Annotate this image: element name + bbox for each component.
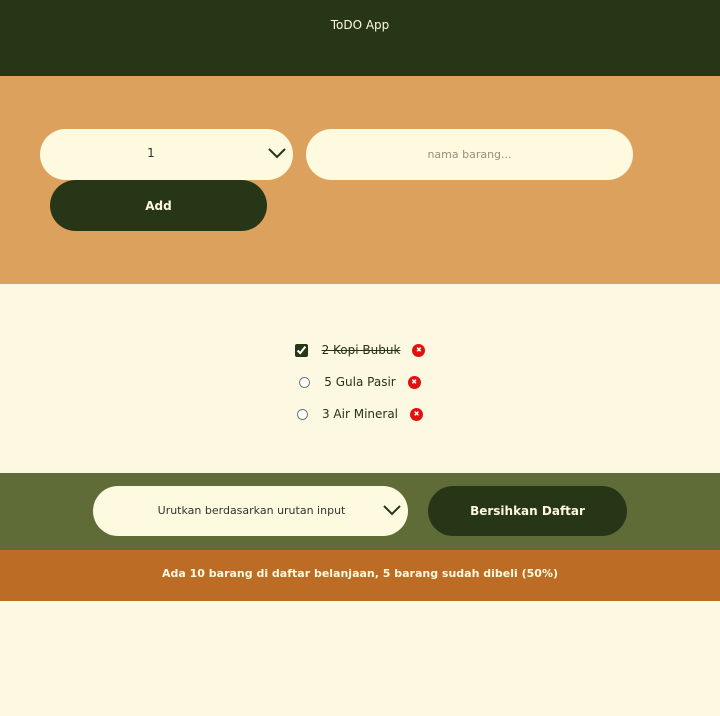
list-item: 3 Air Mineral ✖ [0,398,720,430]
item-label: 2 Kopi Bubuk [321,343,401,357]
app-title: ToDO App [330,18,390,32]
item-checkbox[interactable] [299,376,311,388]
sort-value: Urutkan berdasarkan urutan input [157,504,346,517]
item-checkbox[interactable] [296,408,308,420]
list-item: 2 Kopi Bubuk ✖ [0,334,720,366]
chevron-down-icon [268,148,286,159]
close-icon[interactable]: ✖ [407,375,421,389]
close-icon[interactable]: ✖ [412,343,426,357]
stats-text: Ada 10 barang di daftar belanjaan, 5 bar… [162,567,558,580]
shopping-list: 2 Kopi Bubuk ✖ 5 Gula Pasir ✖ 3 Air Mine… [0,334,720,430]
list-item: 5 Gula Pasir ✖ [0,366,720,398]
chevron-down-icon [383,505,401,516]
item-label: 3 Air Mineral [321,407,399,421]
item-checkbox[interactable] [294,343,308,357]
app-header: ToDO App [0,0,720,76]
quantity-select[interactable]: 1 [40,129,293,180]
add-button[interactable]: Add [50,180,267,231]
close-icon[interactable]: ✖ [410,407,424,421]
item-label: 5 Gula Pasir [324,375,396,389]
clear-list-button[interactable]: Bersihkan Daftar [428,486,627,536]
stats-footer: Ada 10 barang di daftar belanjaan, 5 bar… [0,550,720,601]
quantity-value: 1 [147,146,155,160]
sort-select[interactable]: Urutkan berdasarkan urutan input [93,486,408,536]
item-name-input[interactable] [306,129,633,180]
